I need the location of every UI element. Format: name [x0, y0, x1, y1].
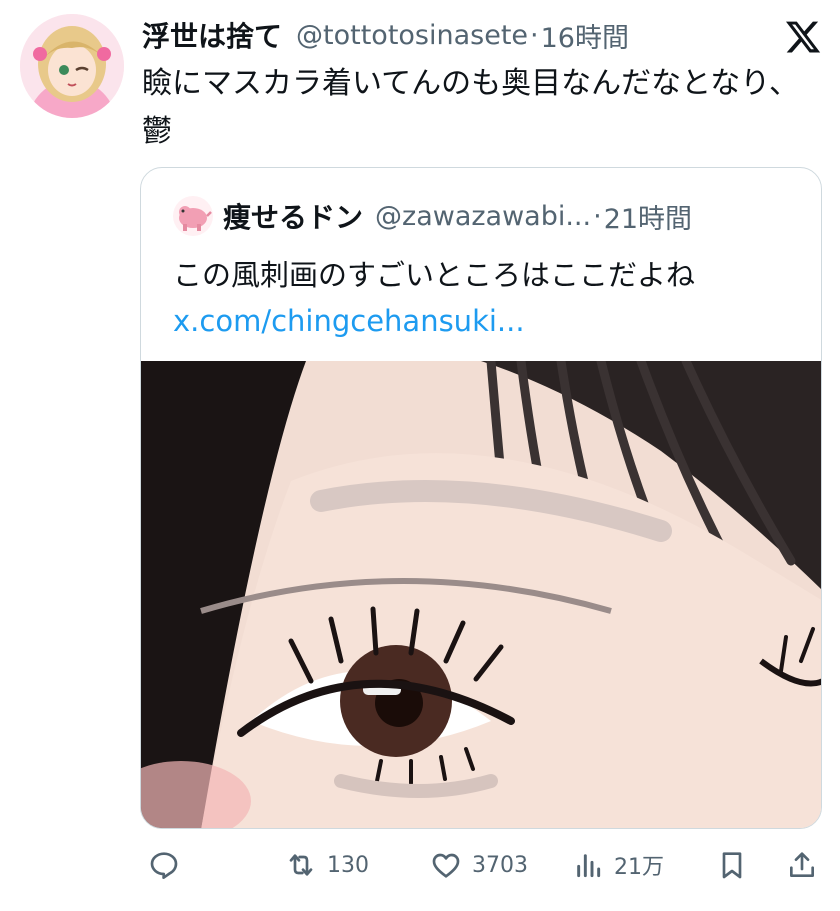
- bookmark-button[interactable]: [716, 842, 748, 888]
- author-avatar[interactable]: [20, 14, 124, 118]
- illustration-image: [141, 356, 821, 828]
- like-count: 3703: [472, 852, 528, 878]
- share-icon: [790, 852, 814, 877]
- separator-dot: ·: [593, 200, 602, 232]
- reply-button[interactable]: [148, 842, 180, 888]
- quoted-tweet-link[interactable]: x.com/chingcehansuki...: [173, 304, 525, 338]
- like-button[interactable]: 3703: [430, 842, 528, 888]
- share-button[interactable]: [786, 842, 818, 888]
- author-display-name[interactable]: 浮世は捨て: [142, 15, 282, 55]
- tweet-action-bar: 130 3703 21万: [140, 842, 822, 888]
- x-logo-icon: [784, 18, 822, 56]
- tweet-header: 浮世は捨て @tottotosinasete · 16時間: [142, 14, 822, 56]
- reply-icon: [150, 852, 178, 879]
- retweet-count: 130: [327, 852, 369, 878]
- quoted-tweet-image[interactable]: [141, 356, 821, 828]
- heart-icon: [432, 853, 460, 878]
- quoted-tweet-card[interactable]: 痩せるドン @zawazawabi... · 21時間 この風刺画のすごいところ…: [140, 167, 822, 829]
- quoted-tweet-text: この風刺画のすごいところはここだよね: [173, 258, 696, 292]
- views-count: 21万: [614, 855, 664, 880]
- author-handle[interactable]: @tottotosinasete: [296, 20, 528, 51]
- quoted-tweet-header: 痩せるドン @zawazawabi... · 21時間: [173, 196, 801, 236]
- separator-dot: ·: [530, 19, 539, 51]
- quoted-tweet-timestamp: 21時間: [603, 203, 693, 235]
- tweet-timestamp[interactable]: 16時間: [541, 16, 629, 55]
- tweet-text: 瞼にマスカラ着いてんのも奥目なんだなとなり、鬱: [142, 66, 799, 149]
- avatar-image: [20, 14, 124, 118]
- retweet-button[interactable]: 130: [285, 842, 369, 888]
- views-icon: [577, 854, 601, 878]
- views-button[interactable]: 21万: [572, 842, 664, 888]
- quoted-author-avatar: [173, 196, 213, 236]
- quoted-author-handle: @zawazawabi...: [375, 200, 592, 232]
- retweet-icon: [289, 854, 313, 876]
- bookmark-icon: [722, 852, 742, 879]
- quoted-author-display-name: 痩せるドン: [223, 201, 364, 234]
